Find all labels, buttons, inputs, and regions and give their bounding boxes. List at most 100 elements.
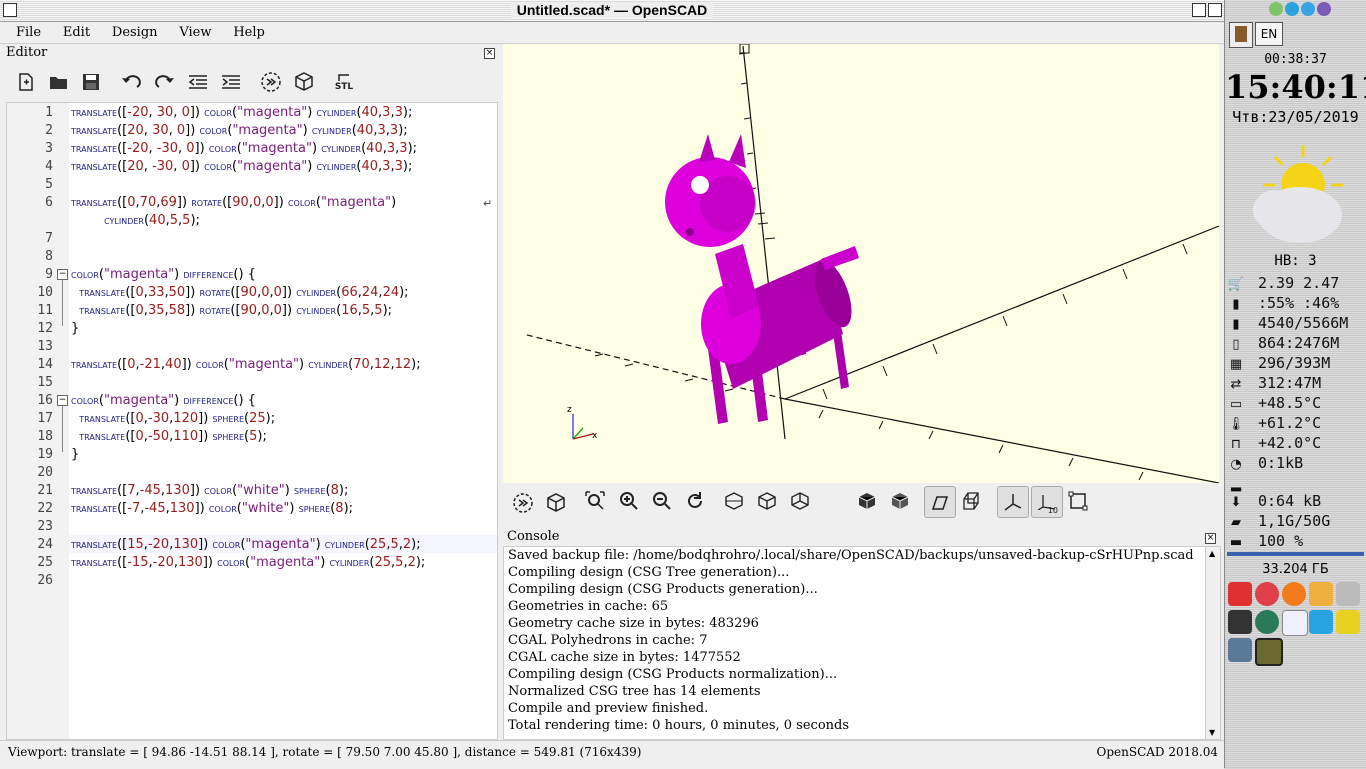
arrows-icon: ⇄: [1230, 377, 1242, 392]
console-line: Geometries in cache: 65: [508, 599, 669, 614]
fold-line: [62, 280, 63, 326]
zoom-out-icon[interactable]: [649, 488, 675, 514]
render-icon[interactable]: [543, 490, 569, 516]
show-edges-icon[interactable]: [1065, 488, 1091, 514]
fold-marker-16[interactable]: −: [57, 395, 68, 406]
export-stl-icon[interactable]: STL: [331, 69, 357, 95]
editor-close-icon[interactable]: ×: [484, 48, 495, 59]
blender-icon[interactable]: [1309, 582, 1333, 606]
stat-value: +42.0°C: [1258, 434, 1322, 452]
view-all-icon[interactable]: [582, 488, 608, 514]
line-number: 24: [37, 537, 53, 552]
tray-icons: [1269, 2, 1364, 16]
show-axes-icon[interactable]: [997, 486, 1029, 518]
redo-icon[interactable]: [152, 69, 178, 95]
fold-line: [62, 406, 63, 452]
line-number: 10: [37, 285, 53, 300]
new-file-icon[interactable]: [13, 69, 39, 95]
menu-help[interactable]: Help: [233, 22, 265, 43]
keyboard-layout-icon[interactable]: [1229, 22, 1253, 48]
console-label: Console: [507, 529, 560, 544]
open-file-icon[interactable]: [46, 69, 72, 95]
menu-design[interactable]: Design: [112, 22, 158, 43]
weather-status: НВ: 3: [1274, 253, 1317, 269]
scroll-down-icon[interactable]: ▼: [1209, 728, 1215, 737]
language-indicator[interactable]: EN: [1255, 22, 1283, 46]
tools-icon[interactable]: [1336, 582, 1360, 606]
view-top-icon[interactable]: [754, 488, 780, 514]
title-bar[interactable]: Untitled.scad* — OpenSCAD: [0, 0, 1224, 22]
view-bottom-icon[interactable]: [787, 488, 813, 514]
perspective-icon[interactable]: [924, 486, 956, 518]
undo-icon[interactable]: [118, 69, 144, 95]
maximize-button[interactable]: [1192, 3, 1206, 17]
line-number: 20: [37, 465, 53, 480]
skype-icon[interactable]: [1285, 2, 1299, 16]
fold-marker-9[interactable]: −: [57, 269, 68, 280]
scroll-up-icon[interactable]: ▲: [1209, 549, 1215, 558]
console-line: CGAL Polyhedrons in cache: 7: [508, 633, 708, 648]
code-line: translate([20, -30, 0]) color("magenta")…: [71, 159, 413, 174]
pdf-reader-icon[interactable]: [1228, 582, 1252, 606]
menu-view[interactable]: View: [179, 22, 211, 43]
zoom-in-icon[interactable]: [616, 488, 642, 514]
preview-icon[interactable]: [510, 490, 536, 516]
bar-chart-icon: ▮: [1232, 297, 1240, 312]
code-editor[interactable]: 1 2 3 4 5 6 7 8 9 10 11 12 13 14 15 16 17 18 19 20 21 22 23 24 2…: [6, 102, 498, 740]
stat-value: :55% :46%: [1258, 294, 1340, 312]
console-line: Total rendering time: 0 hours, 0 minutes…: [508, 718, 850, 733]
ruler-icon[interactable]: [1336, 610, 1360, 634]
3d-viewport[interactable]: z x: [503, 43, 1220, 484]
stat-value: 296/393M: [1258, 354, 1331, 372]
code-line: color("magenta") difference() {: [71, 393, 256, 408]
stat-value: +48.5°C: [1258, 394, 1322, 412]
line-number: 4: [45, 159, 53, 174]
line-number: 25: [37, 555, 53, 570]
orthogonal-icon[interactable]: [959, 488, 985, 514]
console-line: Compiling design (CSG Products generatio…: [508, 582, 818, 597]
openscad-launcher-icon[interactable]: [1255, 638, 1283, 666]
tray-app-icon[interactable]: [1269, 2, 1283, 16]
line-number-gutter: 1 2 3 4 5 6 7 8 9 10 11 12 13 14 15 16 17 18 19 20 21 22 23 24 2…: [7, 103, 69, 739]
indent-icon[interactable]: [218, 69, 244, 95]
moon-app-icon[interactable]: [1255, 610, 1279, 634]
code-line: translate([0,33,50]) rotate([90,0,0]) cy…: [79, 285, 409, 300]
line-number: 7: [45, 231, 53, 246]
unindent-icon[interactable]: [185, 69, 211, 95]
code-line: translate([0,70,69]) rotate([90,0,0]) co…: [71, 195, 397, 210]
telegram-icon[interactable]: [1309, 610, 1333, 634]
telegram-tray-icon[interactable]: [1301, 2, 1315, 16]
wrap-indicator-icon: ↵: [483, 197, 493, 210]
view-front-icon[interactable]: [887, 488, 913, 514]
view-left-icon[interactable]: [854, 488, 880, 514]
stat-value: 312:47M: [1258, 374, 1322, 392]
file-manager-icon[interactable]: [1228, 638, 1252, 662]
line-number: 21: [37, 483, 53, 498]
line-number: 11: [37, 303, 53, 318]
z-axis-end-marker: [739, 43, 750, 54]
axis-indicator-x-label: x: [592, 431, 598, 441]
menu-edit[interactable]: Edit: [63, 22, 90, 43]
opera-icon[interactable]: [1255, 582, 1279, 606]
firefox-icon[interactable]: [1282, 582, 1306, 606]
close-window-button[interactable]: [1208, 3, 1222, 17]
code-line: translate([0,-21,40]) color("magenta") c…: [71, 357, 421, 372]
terminal-icon[interactable]: [1228, 610, 1252, 634]
preview-icon[interactable]: [258, 69, 284, 95]
menu-file[interactable]: File: [16, 22, 41, 43]
viber-icon[interactable]: [1317, 2, 1331, 16]
reset-view-icon[interactable]: [682, 488, 708, 514]
show-scale-markers-icon[interactable]: 10: [1031, 486, 1063, 518]
console-close-icon[interactable]: ×: [1205, 533, 1216, 544]
menu-bar: File Edit Design View Help: [0, 22, 1224, 44]
console-line: Compiling design (CSG Products normaliza…: [508, 667, 838, 682]
x-axis-neg: [784, 398, 1220, 484]
render-icon[interactable]: [291, 69, 317, 95]
console-output[interactable]: Saved backup file: /home/bodqhrohro/.loc…: [503, 546, 1207, 740]
code-line: translate([0,-30,120]) sphere(25);: [79, 411, 276, 426]
save-icon[interactable]: [78, 69, 104, 95]
view-right-icon[interactable]: [721, 488, 747, 514]
document-editor-icon[interactable]: [1282, 610, 1308, 636]
signal-icon: ▂: [1231, 477, 1241, 492]
console-scrollbar[interactable]: ▲ ▼: [1205, 546, 1221, 740]
